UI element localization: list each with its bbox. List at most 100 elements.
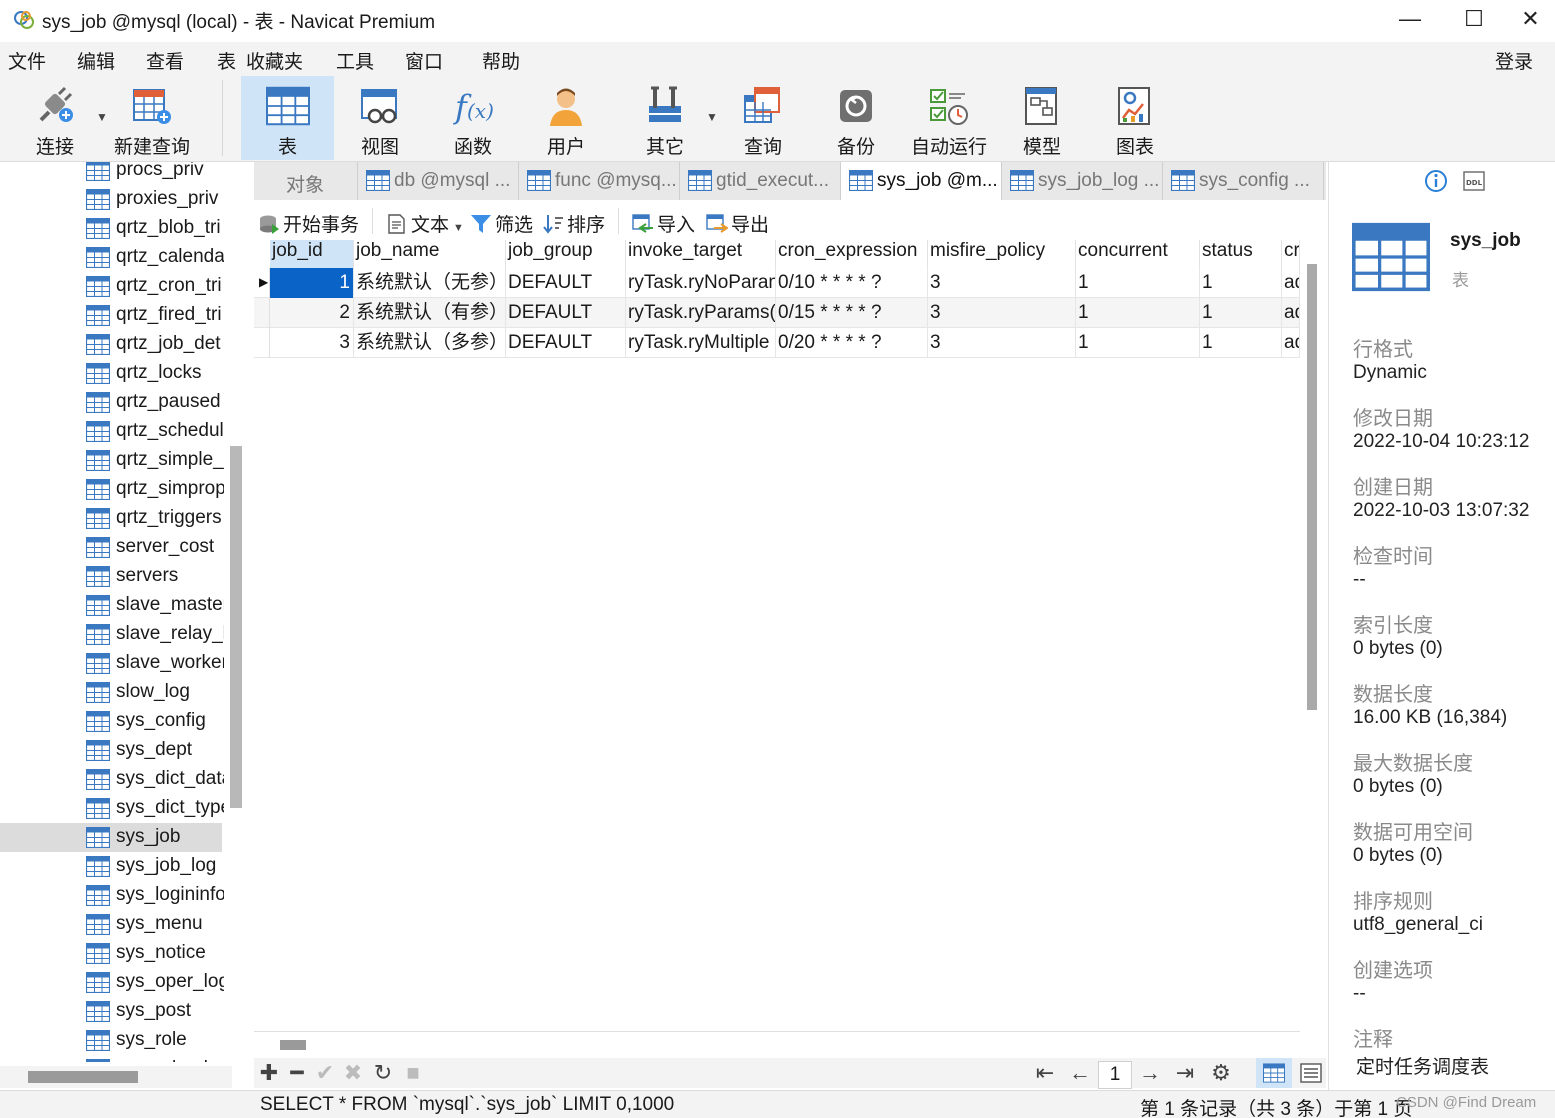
table-cell[interactable]: 3 — [928, 328, 1076, 358]
discard-changes-icon[interactable]: ✖ — [340, 1060, 366, 1086]
first-page-icon[interactable]: ⇤ — [1032, 1060, 1058, 1086]
tree-item[interactable]: qrtz_cron_tri — [0, 272, 222, 301]
table-cell[interactable]: 系统默认（多参） — [354, 328, 506, 358]
table-cell[interactable]: DEFAULT — [506, 268, 626, 298]
tree-item[interactable]: qrtz_fired_tri — [0, 301, 222, 330]
export-button[interactable]: 导出 — [706, 210, 769, 237]
table-cell[interactable]: ryTask.ryNoParam — [626, 268, 776, 298]
previous-page-icon[interactable]: ← — [1067, 1060, 1093, 1086]
table-cell[interactable]: 1 — [1076, 268, 1200, 298]
tab[interactable]: gtid_execut... — [680, 162, 841, 200]
form-view-toggle[interactable] — [1294, 1058, 1328, 1088]
delete-record-icon[interactable]: ━ — [284, 1060, 310, 1086]
tree-item[interactable]: sys_dict_data — [0, 765, 224, 794]
table-cell[interactable]: ryTask.ryParams(' — [626, 298, 776, 328]
tree-item[interactable]: slow_log — [0, 678, 222, 707]
column-header[interactable]: misfire_policy — [928, 240, 1076, 268]
table-cell[interactable]: 1 — [1076, 328, 1200, 358]
column-header[interactable]: status — [1200, 240, 1282, 268]
menu-file[interactable]: 文件 — [8, 47, 46, 74]
connect-dropdown-icon[interactable]: ▼ — [96, 110, 108, 124]
tree-item[interactable]: qrtz_locks — [0, 359, 222, 388]
row-selector[interactable]: ▶ — [254, 268, 270, 298]
other-dropdown-icon[interactable]: ▼ — [706, 110, 718, 124]
toolbar-automation-button[interactable]: 自动运行 — [904, 76, 994, 160]
sort-button[interactable]: 排序 — [542, 210, 605, 237]
toolbar-backup-button[interactable]: 备份 — [812, 76, 900, 160]
toolbar-new-query-button[interactable]: 新建查询 — [110, 76, 194, 160]
table-cell[interactable]: DEFAULT — [506, 298, 626, 328]
tree-item[interactable]: qrtz_triggers — [0, 504, 222, 533]
table-cell[interactable]: 3 — [928, 268, 1076, 298]
table-cell[interactable]: 1 — [1200, 268, 1282, 298]
tree-item[interactable]: sys_job_log — [0, 852, 222, 881]
table-row[interactable]: 3 系统默认（多参） DEFAULT ryTask.ryMultiple 0/20 * … — [254, 328, 1300, 358]
column-header[interactable]: job_name — [354, 240, 506, 268]
table-cell[interactable]: 0/20 * * * * ? — [776, 328, 928, 358]
toolbar-connect-button[interactable]: 连接 — [14, 76, 96, 160]
column-header[interactable]: job_group — [506, 240, 626, 268]
toolbar-chart-button[interactable]: 图表 — [1090, 76, 1180, 160]
menu-window[interactable]: 窗口 — [405, 47, 443, 74]
column-header[interactable]: concurrent — [1076, 240, 1200, 268]
tree-horizontal-scrollbar[interactable] — [28, 1071, 138, 1083]
tab[interactable]: db @mysql ... — [358, 162, 519, 200]
table-cell[interactable]: 2 — [270, 298, 354, 328]
row-selector[interactable] — [254, 298, 270, 328]
table-cell[interactable]: 0/10 * * * * ? — [776, 268, 928, 298]
toolbar-function-button[interactable]: f (x) 函数 — [428, 76, 518, 160]
tree-item[interactable]: sys_role — [0, 1026, 222, 1055]
tree-item[interactable]: qrtz_paused — [0, 388, 222, 417]
toolbar-user-button[interactable]: 用户 — [522, 76, 610, 160]
table-cell[interactable]: DEFAULT — [506, 328, 626, 358]
menu-view[interactable]: 查看 — [146, 47, 184, 74]
toolbar-query-button[interactable]: 查询 — [720, 76, 806, 160]
tree-item[interactable]: qrtz_blob_tri — [0, 214, 222, 243]
toolbar-view-button[interactable]: 视图 — [336, 76, 424, 160]
table-cell[interactable]: 3 — [928, 298, 1076, 328]
column-header[interactable]: job_id — [270, 240, 354, 268]
menu-help[interactable]: 帮助 — [482, 47, 520, 74]
tree-item[interactable]: slave_worker — [0, 649, 224, 678]
table-row[interactable]: ▶ 1 系统默认（无参） DEFAULT ryTask.ryNoParam 0/10 * … — [254, 268, 1300, 298]
info-icon[interactable] — [1424, 169, 1448, 193]
add-record-icon[interactable]: ✚ — [256, 1060, 282, 1086]
tree-item[interactable]: sys_notice — [0, 939, 222, 968]
tree-item[interactable]: sys_job — [0, 823, 222, 852]
menu-table[interactable]: 表 — [217, 47, 236, 74]
settings-gear-icon[interactable]: ⚙ — [1208, 1060, 1234, 1086]
close-button[interactable]: ✕ — [1506, 0, 1555, 38]
tab[interactable]: sys_job_log ... — [1002, 162, 1163, 200]
tab[interactable]: func @mysq... — [519, 162, 680, 200]
grid-vertical-scrollbar[interactable] — [1307, 264, 1317, 710]
table-cell[interactable]: ad — [1282, 298, 1300, 328]
table-cell[interactable]: ryTask.ryMultiple — [626, 328, 776, 358]
tree-item[interactable]: sys_menu — [0, 910, 222, 939]
menu-edit[interactable]: 编辑 — [77, 47, 115, 74]
refresh-icon[interactable]: ↻ — [370, 1060, 396, 1086]
grid-horizontal-scrollbar[interactable] — [280, 1040, 306, 1050]
table-cell[interactable]: 3 — [270, 328, 354, 358]
next-page-icon[interactable]: → — [1137, 1060, 1163, 1086]
stop-icon[interactable]: ■ — [400, 1060, 426, 1086]
table-cell[interactable]: 1 — [1200, 328, 1282, 358]
tree-item[interactable]: qrtz_calenda — [0, 243, 224, 272]
table-row[interactable]: 2 系统默认（有参） DEFAULT ryTask.ryParams(' 0/15 * … — [254, 298, 1300, 328]
table-cell[interactable]: 0/15 * * * * ? — [776, 298, 928, 328]
minimize-button[interactable]: — — [1378, 0, 1442, 38]
table-cell[interactable]: ad — [1282, 268, 1300, 298]
apply-changes-icon[interactable]: ✔ — [312, 1060, 338, 1086]
tree-item[interactable]: slave_master — [0, 591, 224, 620]
maximize-button[interactable]: ☐ — [1442, 0, 1506, 38]
table-cell[interactable]: 系统默认（无参） — [354, 268, 506, 298]
tab[interactable]: sys_config ... — [1163, 162, 1324, 200]
ddl-icon[interactable]: DDL — [1463, 170, 1485, 192]
last-page-icon[interactable]: ⇥ — [1172, 1060, 1198, 1086]
login-button[interactable]: 登录 — [1495, 47, 1533, 74]
column-header[interactable]: cr — [1282, 240, 1300, 268]
tree-item[interactable]: procs_priv — [0, 162, 222, 185]
tree-item[interactable]: sys_logininfo — [0, 881, 224, 910]
tree-item[interactable]: sys_dict_type — [0, 794, 224, 823]
text-button[interactable]: 文本 ▼ — [386, 210, 464, 237]
begin-transaction-button[interactable]: 开始事务 — [258, 210, 359, 237]
